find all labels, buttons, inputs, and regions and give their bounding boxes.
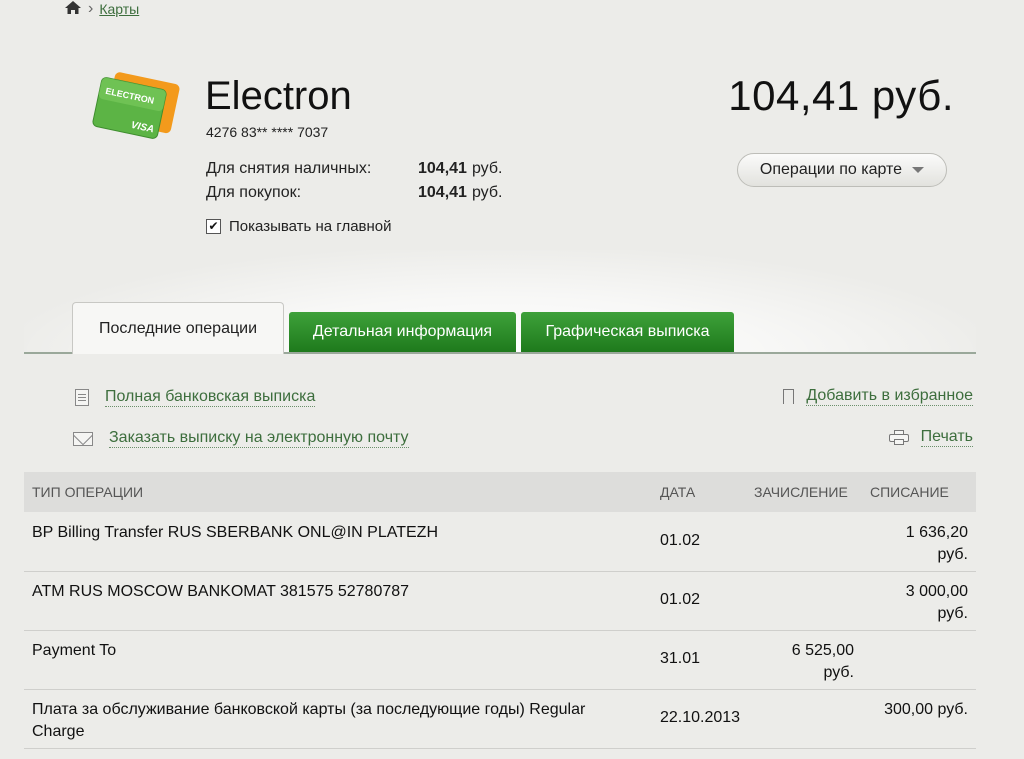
cash-balance-currency: руб. bbox=[471, 160, 503, 177]
show-on-main-option[interactable]: ✔ Показывать на главной bbox=[206, 218, 392, 235]
purchase-balance-label: Для покупок: bbox=[206, 184, 302, 201]
bookmark-icon bbox=[783, 389, 795, 404]
column-header-debit: СПИСАНИЕ bbox=[870, 484, 949, 500]
cash-balance-row: Для снятия наличных: 104,41 руб. bbox=[206, 160, 502, 178]
column-header-credit: ЗАЧИСЛЕНИЕ bbox=[754, 484, 848, 500]
print-action[interactable]: Печать bbox=[888, 428, 973, 447]
breadcrumb-cards-link[interactable]: Карты bbox=[99, 1, 139, 17]
operation-date: 01.02 bbox=[660, 532, 701, 549]
tab-recent-operations[interactable]: Последние операции bbox=[72, 302, 284, 354]
breadcrumb: › Карты bbox=[64, 0, 139, 18]
operation-name: BP Billing Transfer RUS SBERBANK ONL@IN … bbox=[32, 524, 438, 541]
card-title: Electron bbox=[205, 74, 352, 118]
card-operations-button[interactable]: Операции по карте bbox=[737, 153, 947, 187]
card-total-balance: 104,41 руб. bbox=[728, 72, 954, 119]
operation-name: ATM RUS MOSCOW BANKOMAT 381575 52780787 bbox=[32, 583, 410, 600]
email-statement-action[interactable]: Заказать выписку на электронную почту bbox=[73, 429, 409, 448]
chevron-down-icon bbox=[912, 167, 925, 173]
document-icon bbox=[75, 389, 89, 406]
operation-date: 01.02 bbox=[660, 591, 701, 608]
show-on-main-label: Показывать на главной bbox=[229, 218, 392, 235]
table-row[interactable]: BP Billing Transfer RUS SBERBANK ONL@IN … bbox=[24, 513, 976, 572]
operation-debit: 1 636,20 руб. bbox=[905, 524, 968, 563]
tab-graphic-statement[interactable]: Графическая выписка bbox=[521, 312, 734, 352]
purchase-balance-currency: руб. bbox=[471, 184, 503, 201]
column-header-date: ДАТА bbox=[660, 484, 696, 500]
tab-detailed-info[interactable]: Детальная информация bbox=[289, 312, 516, 352]
operations-table-header: ТИП ОПЕРАЦИИ ДАТА ЗАЧИСЛЕНИЕ СПИСАНИЕ bbox=[24, 472, 976, 512]
printer-icon bbox=[888, 430, 909, 445]
card-image: ELECTRON VISA bbox=[86, 70, 181, 152]
purchase-balance-value: 104,41 bbox=[418, 184, 467, 201]
full-statement-link[interactable]: Полная банковская выписка bbox=[105, 388, 316, 407]
operation-debit: 300,00 руб. bbox=[884, 701, 968, 718]
operation-name: Payment To bbox=[32, 642, 117, 659]
operation-debit: 3 000,00 руб. bbox=[905, 583, 968, 622]
cash-balance-value: 104,41 bbox=[418, 160, 467, 177]
print-link[interactable]: Печать bbox=[920, 428, 973, 447]
add-favorite-action[interactable]: Добавить в избранное bbox=[783, 387, 973, 406]
card-operations-label: Операции по карте bbox=[759, 161, 903, 178]
table-row[interactable]: Плата за обслуживание банковской карты (… bbox=[24, 690, 976, 749]
operation-date: 22.10.2013 bbox=[660, 709, 741, 726]
email-statement-link[interactable]: Заказать выписку на электронную почту bbox=[109, 429, 409, 448]
cash-balance-label: Для снятия наличных: bbox=[206, 160, 372, 177]
purchase-balance-row: Для покупок: 104,41 руб. bbox=[206, 184, 502, 202]
table-row[interactable]: Payment To 31.01 6 525,00 руб. bbox=[24, 631, 976, 690]
envelope-icon bbox=[73, 431, 93, 446]
operation-credit: 6 525,00 руб. bbox=[791, 642, 854, 681]
breadcrumb-separator: › bbox=[88, 0, 94, 17]
add-favorite-link[interactable]: Добавить в избранное bbox=[806, 387, 973, 406]
full-statement-action[interactable]: Полная банковская выписка bbox=[75, 388, 316, 407]
show-on-main-checkbox[interactable]: ✔ bbox=[206, 219, 221, 234]
operation-date: 31.01 bbox=[660, 650, 701, 667]
column-header-type: ТИП ОПЕРАЦИИ bbox=[32, 484, 144, 500]
table-row[interactable]: ATM RUS MOSCOW BANKOMAT 381575 52780787 … bbox=[24, 572, 976, 631]
card-number: 4276 83** **** 7037 bbox=[206, 124, 329, 140]
home-icon[interactable] bbox=[64, 0, 82, 18]
operation-name: Плата за обслуживание банковской карты (… bbox=[32, 701, 586, 740]
